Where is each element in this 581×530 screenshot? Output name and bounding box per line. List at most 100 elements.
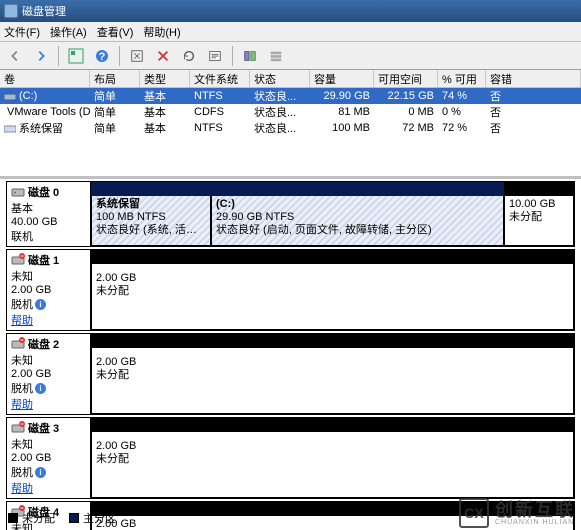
volume-fs: NTFS [190, 122, 250, 134]
volume-row[interactable]: (C:) 简单 基本 NTFS 状态良... 29.90 GB 22.15 GB… [0, 88, 581, 104]
col-status[interactable]: 状态 [250, 70, 310, 87]
volume-free: 22.15 GB [374, 90, 438, 102]
refresh-button[interactable] [126, 45, 148, 67]
legend-label-unalloc: 未分配 [22, 510, 55, 526]
disk-type: 未知 [11, 268, 86, 284]
rescan-button[interactable] [178, 45, 200, 67]
partition-unallocated[interactable]: 2.00 GB 未分配 [91, 348, 574, 414]
disk-1[interactable]: 磁盘 1 未知 2.00 GB 脱机 i 帮助 2.00 GB 未分配 [6, 249, 575, 331]
disk-0[interactable]: 磁盘 0 基本 40.00 GB 联机 系统保留 100 MB NTFS 状态良… [6, 181, 575, 247]
partition-header-bar [91, 250, 574, 264]
partition-header-bar [91, 182, 211, 196]
volume-list[interactable]: (C:) 简单 基本 NTFS 状态良... 29.90 GB 22.15 GB… [0, 88, 581, 178]
menu-file[interactable]: 文件(F) [4, 24, 40, 40]
volume-name: (C:) [19, 90, 37, 102]
partition-unallocated[interactable]: 2.00 GB 未分配 [91, 264, 574, 330]
volume-row[interactable]: VMware Tools (D:) 简单 基本 CDFS 状态良... 81 M… [0, 104, 581, 120]
volume-fault: 否 [486, 88, 581, 104]
legend-swatch-primary [69, 513, 79, 523]
col-type[interactable]: 类型 [140, 70, 190, 87]
view-list-button[interactable] [265, 45, 287, 67]
volume-capacity: 29.90 GB [310, 90, 374, 102]
volume-status: 状态良... [250, 104, 310, 120]
volume-fault: 否 [486, 120, 581, 136]
separator [232, 46, 233, 66]
show-console-tree-button[interactable] [65, 45, 87, 67]
disk-2[interactable]: 磁盘 2 未知 2.00 GB 脱机 i 帮助 2.00 GB 未分配 [6, 333, 575, 415]
partition-status: 未分配 [509, 211, 569, 224]
toolbar: ? [0, 42, 581, 70]
col-layout[interactable]: 布局 [90, 70, 140, 87]
disk-size: 2.00 GB [11, 452, 86, 464]
partition-name: 系统保留 [96, 198, 206, 211]
partition-header-bar [91, 334, 574, 348]
menu-view[interactable]: 查看(V) [97, 24, 134, 40]
partition-name: (C:) [216, 198, 499, 211]
col-pctfree[interactable]: % 可用 [438, 70, 486, 87]
partition-c[interactable]: (C:) 29.90 GB NTFS 状态良好 (启动, 页面文件, 故障转储,… [211, 196, 504, 246]
titlebar[interactable]: 磁盘管理 [0, 0, 581, 22]
menu-action[interactable]: 操作(A) [50, 24, 87, 40]
watermark-name: 创新互联 [495, 501, 575, 519]
partition-size: 10.00 GB [509, 198, 569, 211]
volume-free: 0 MB [374, 106, 438, 118]
watermark: CX 创新互联 CHUANXIN HULIAN [459, 498, 575, 528]
back-button[interactable] [4, 45, 26, 67]
delete-button[interactable] [152, 45, 174, 67]
partition-header-bar [91, 418, 574, 432]
help-link[interactable]: 帮助 [11, 396, 86, 412]
volume-layout: 简单 [90, 120, 140, 136]
partition-status: 未分配 [96, 369, 569, 382]
disk-type: 未知 [11, 352, 86, 368]
settings-button[interactable] [239, 45, 261, 67]
partition-size: 29.90 GB NTFS [216, 211, 499, 224]
col-capacity[interactable]: 容量 [310, 70, 374, 87]
help-link[interactable]: 帮助 [11, 312, 86, 328]
disk-size: 40.00 GB [11, 216, 86, 228]
col-volume[interactable]: 卷 [0, 70, 90, 87]
col-fault[interactable]: 容错 [486, 70, 581, 87]
volume-layout: 简单 [90, 88, 140, 104]
help-button[interactable]: ? [91, 45, 113, 67]
info-icon[interactable]: i [35, 467, 46, 478]
disk-type: 基本 [11, 200, 86, 216]
forward-button[interactable] [30, 45, 52, 67]
legend-swatch-unalloc [8, 513, 18, 523]
volume-capacity: 81 MB [310, 106, 374, 118]
partition-size: 2.00 GB [96, 356, 569, 369]
partition-unallocated[interactable]: 2.00 GB 未分配 [91, 432, 574, 498]
disk-offline-icon [11, 253, 25, 267]
watermark-sub: CHUANXIN HULIAN [495, 519, 575, 526]
disk-type: 未知 [11, 436, 86, 452]
menu-help[interactable]: 帮助(H) [143, 24, 180, 40]
volume-pct: 72 % [438, 122, 486, 134]
disk-offline-icon [11, 421, 25, 435]
volume-capacity: 100 MB [310, 122, 374, 134]
volume-name: 系统保留 [19, 120, 63, 136]
partition-status: 状态良好 (系统, 活动, 主分 [96, 224, 206, 237]
disk-status: 联机 [11, 228, 86, 244]
col-free[interactable]: 可用空间 [374, 70, 438, 87]
properties-button[interactable] [204, 45, 226, 67]
volume-row[interactable]: 系统保留 简单 基本 NTFS 状态良... 100 MB 72 MB 72 %… [0, 120, 581, 136]
partition-status: 状态良好 (启动, 页面文件, 故障转储, 主分区) [216, 224, 499, 237]
partition-status: 未分配 [96, 285, 569, 298]
window-title: 磁盘管理 [22, 3, 66, 19]
info-icon[interactable]: i [35, 383, 46, 394]
menubar: 文件(F) 操作(A) 查看(V) 帮助(H) [0, 22, 581, 42]
legend: 未分配 主分区 [8, 510, 116, 526]
volume-status: 状态良... [250, 120, 310, 136]
disk-meta: 磁盘 2 未知 2.00 GB 脱机 i 帮助 [7, 334, 91, 414]
disk-graphical-pane[interactable]: 磁盘 0 基本 40.00 GB 联机 系统保留 100 MB NTFS 状态良… [0, 178, 581, 530]
partition-system-reserved[interactable]: 系统保留 100 MB NTFS 状态良好 (系统, 活动, 主分 [91, 196, 211, 246]
volume-name: VMware Tools (D:) [7, 106, 90, 118]
partition-unallocated[interactable]: 10.00 GB 未分配 [504, 196, 574, 246]
legend-label-primary: 主分区 [83, 510, 116, 526]
volume-pct: 74 % [438, 90, 486, 102]
app-icon [4, 4, 18, 18]
col-fs[interactable]: 文件系统 [190, 70, 250, 87]
disk-3[interactable]: 磁盘 3 未知 2.00 GB 脱机 i 帮助 2.00 GB 未分配 [6, 417, 575, 499]
partition-size: 100 MB NTFS [96, 211, 206, 224]
help-link[interactable]: 帮助 [11, 480, 86, 496]
info-icon[interactable]: i [35, 299, 46, 310]
